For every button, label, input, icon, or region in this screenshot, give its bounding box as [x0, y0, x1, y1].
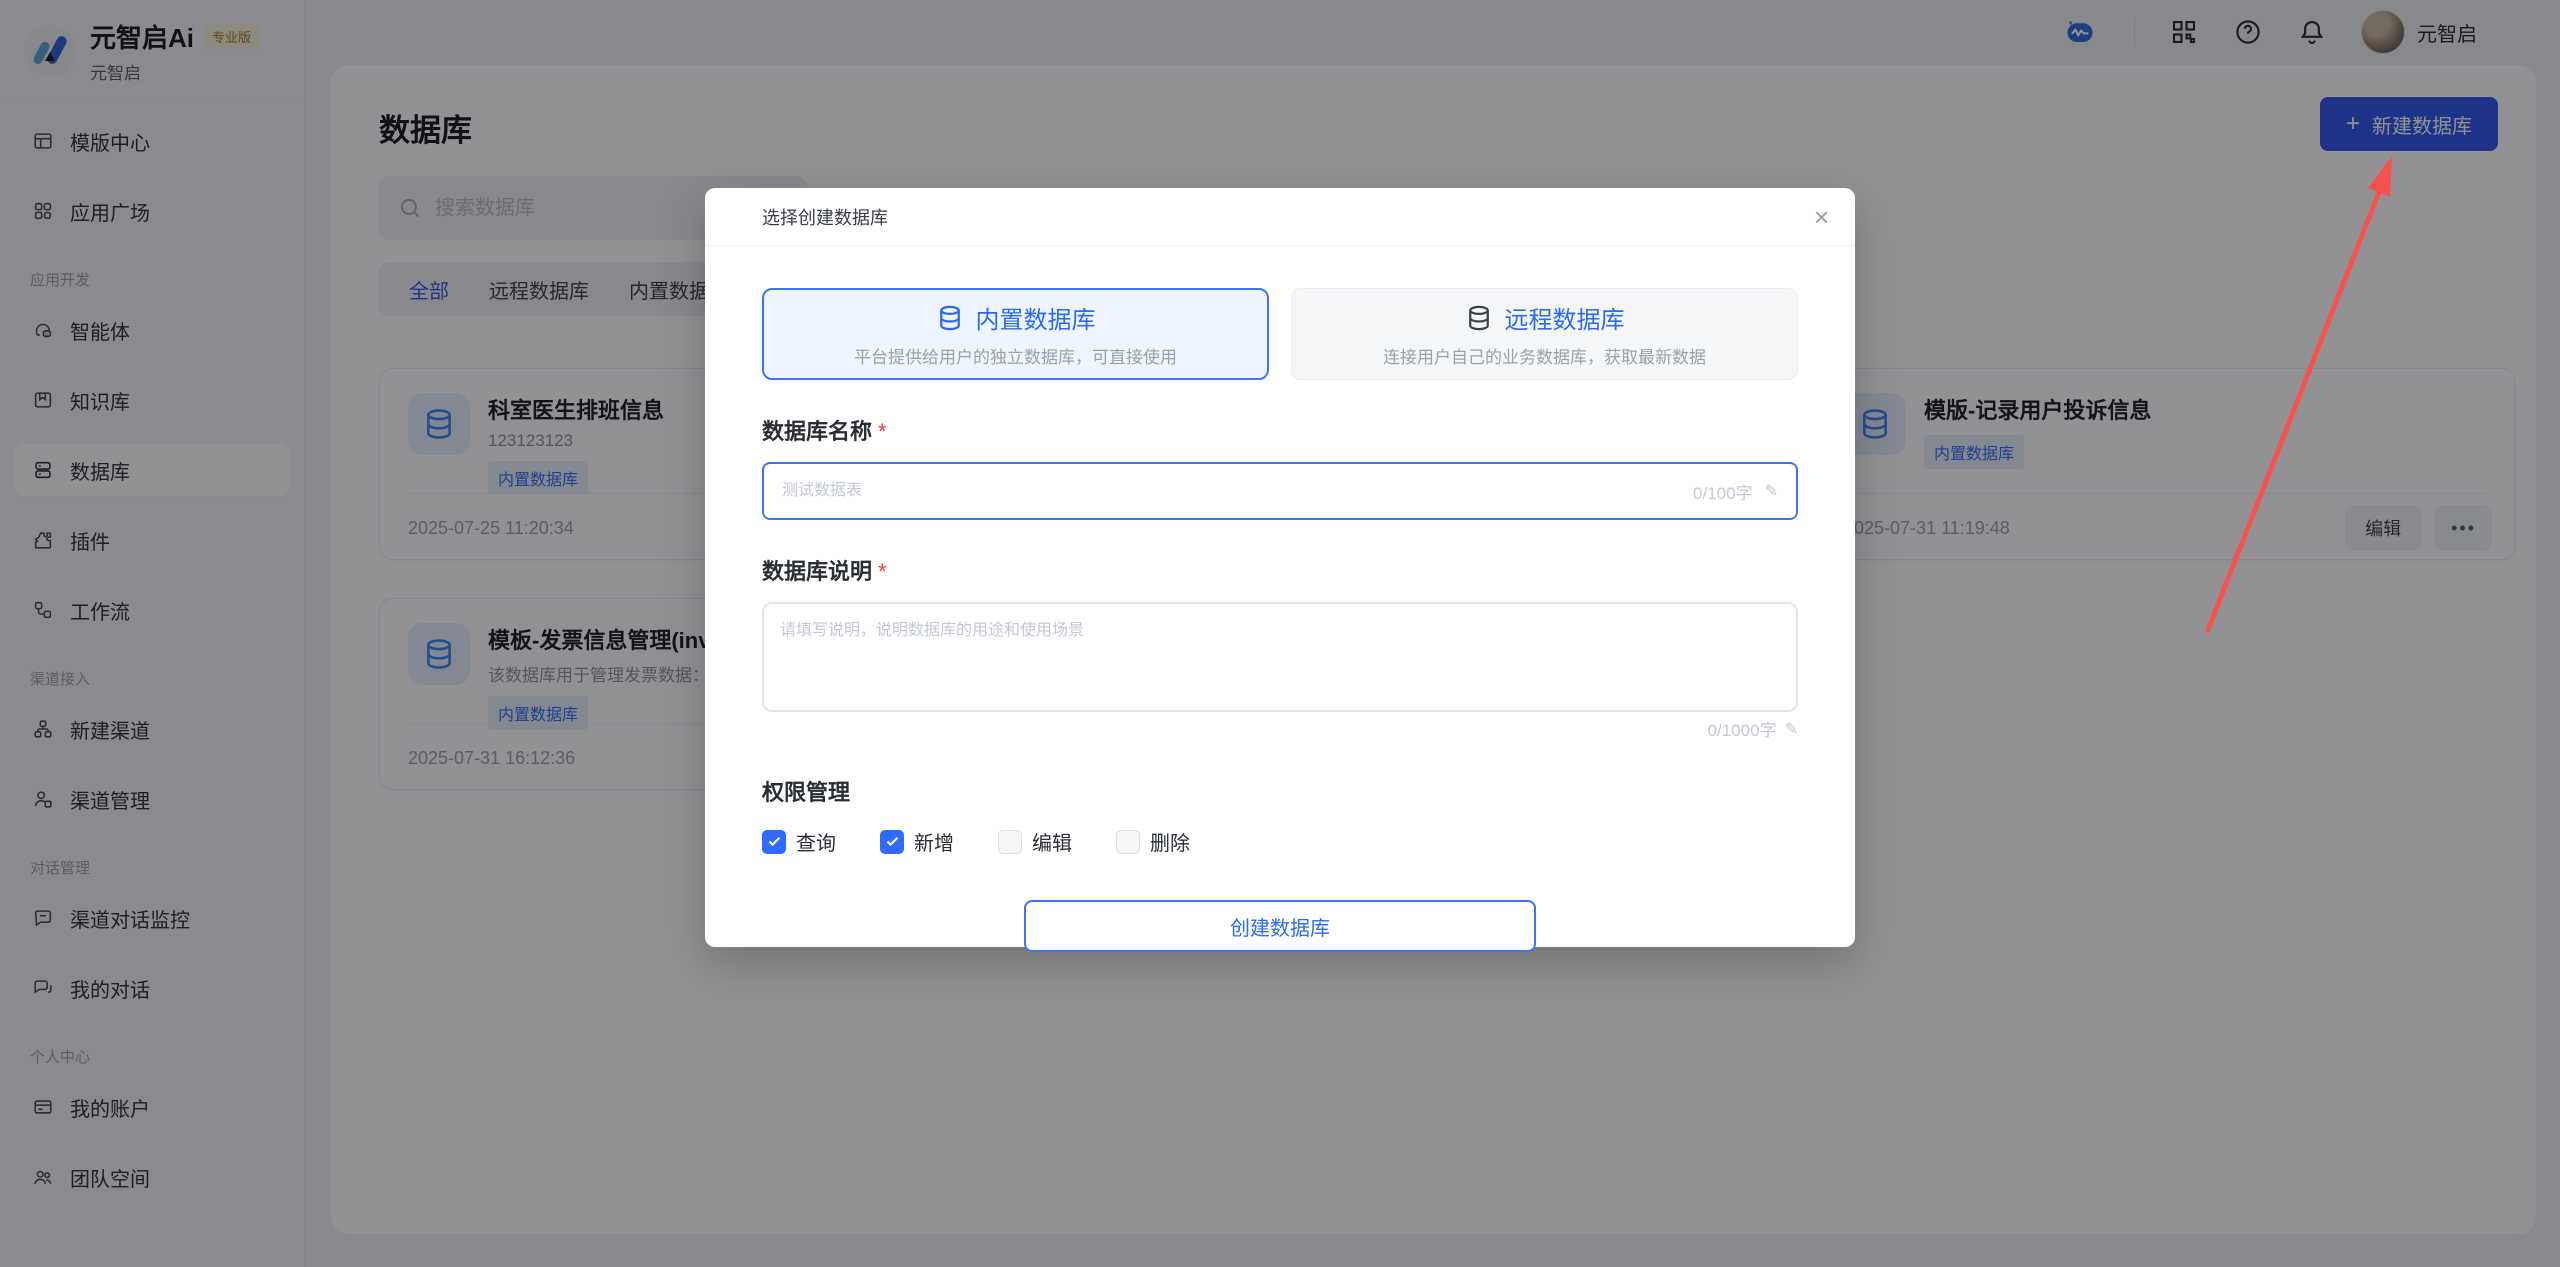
edit-pencil-icon: ✎ [1785, 719, 1798, 739]
database-name-input[interactable] [782, 482, 1681, 500]
remote-database-icon [1465, 304, 1493, 332]
checkbox-checked[interactable] [762, 830, 786, 854]
desc-char-counter: 0/1000字 [1708, 716, 1777, 741]
permissions-row: 查询 新增 编辑 删除 [762, 827, 1798, 856]
option-desc: 连接用户自己的业务数据库，获取最新数据 [1383, 343, 1706, 368]
permission-delete[interactable]: 删除 [1116, 827, 1190, 856]
checkbox-unchecked[interactable] [1116, 830, 1140, 854]
option-remote-database[interactable]: 远程数据库 连接用户自己的业务数据库，获取最新数据 [1291, 288, 1798, 380]
option-title: 远程数据库 [1505, 300, 1625, 335]
name-field-label: 数据库名称* [762, 414, 1798, 446]
option-builtin-database[interactable]: 内置数据库 平台提供给用户的独立数据库，可直接使用 [762, 288, 1269, 380]
label-text: 数据库名称 [762, 419, 872, 444]
create-database-modal: 选择创建数据库 × 内置数据库 平台提供给用户的独立数据库，可直接使用 远程数据… [705, 188, 1855, 947]
desc-field-label: 数据库说明* [762, 554, 1798, 586]
permission-label: 查询 [796, 827, 836, 856]
permission-add[interactable]: 新增 [880, 827, 954, 856]
desc-textarea-wrap [762, 602, 1798, 712]
name-input-wrap: 0/100字 ✎ [762, 462, 1798, 520]
edit-pencil-icon: ✎ [1765, 481, 1778, 501]
checkbox-unchecked[interactable] [998, 830, 1022, 854]
permission-label: 删除 [1150, 827, 1190, 856]
checkbox-checked[interactable] [880, 830, 904, 854]
option-title: 内置数据库 [976, 300, 1096, 335]
modal-title: 选择创建数据库 [762, 204, 888, 230]
modal-header: 选择创建数据库 × [705, 188, 1855, 246]
permission-label: 编辑 [1032, 827, 1072, 856]
permission-edit[interactable]: 编辑 [998, 827, 1072, 856]
option-desc: 平台提供给用户的独立数据库，可直接使用 [854, 343, 1177, 368]
builtin-database-icon [936, 304, 964, 332]
database-desc-textarea[interactable] [780, 616, 1780, 698]
permission-query[interactable]: 查询 [762, 827, 836, 856]
label-text: 数据库说明 [762, 559, 872, 584]
check-icon [767, 834, 782, 849]
permission-label: 新增 [914, 827, 954, 856]
close-icon[interactable]: × [1814, 204, 1829, 230]
check-icon [885, 834, 900, 849]
permissions-label: 权限管理 [762, 775, 1798, 807]
name-char-counter: 0/100字 [1693, 479, 1753, 504]
create-database-submit-button[interactable]: 创建数据库 [1024, 900, 1536, 952]
required-asterisk: * [878, 559, 887, 584]
required-asterisk: * [878, 419, 887, 444]
